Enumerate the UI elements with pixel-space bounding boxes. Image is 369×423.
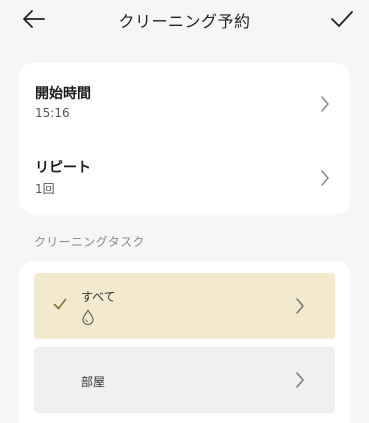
repeat-value: 1回 [35,182,55,196]
checkmark-icon [331,11,353,27]
selected-check-icon [53,298,67,310]
page-title: クリーニング予約 [118,12,251,31]
start-time-label: 開始時間 [35,86,91,102]
start-time-value: 15:16 [35,106,70,120]
water-drop-icon [82,309,94,325]
start-time-row[interactable]: 開始時間 15:16 [19,69,350,139]
task-item-room[interactable]: 部屋 [34,347,335,413]
task-item-label: すべて [81,290,116,304]
chevron-right-icon [321,96,329,112]
chevron-right-icon [296,372,304,388]
chevron-right-icon [296,298,304,314]
confirm-button[interactable] [330,9,354,29]
task-item-all[interactable]: すべて [34,273,335,339]
cleaning-task-card: すべて 部屋 [19,261,350,423]
chevron-right-icon [321,170,329,186]
repeat-label: リピート [35,160,91,176]
schedule-settings-card: 開始時間 15:16 リピート 1回 [19,63,350,214]
task-item-label: 部屋 [81,375,106,389]
header: クリーニング予約 [0,0,369,40]
repeat-row[interactable]: リピート 1回 [19,143,350,213]
cleaning-task-section-label: クリーニングタスク [34,235,145,249]
